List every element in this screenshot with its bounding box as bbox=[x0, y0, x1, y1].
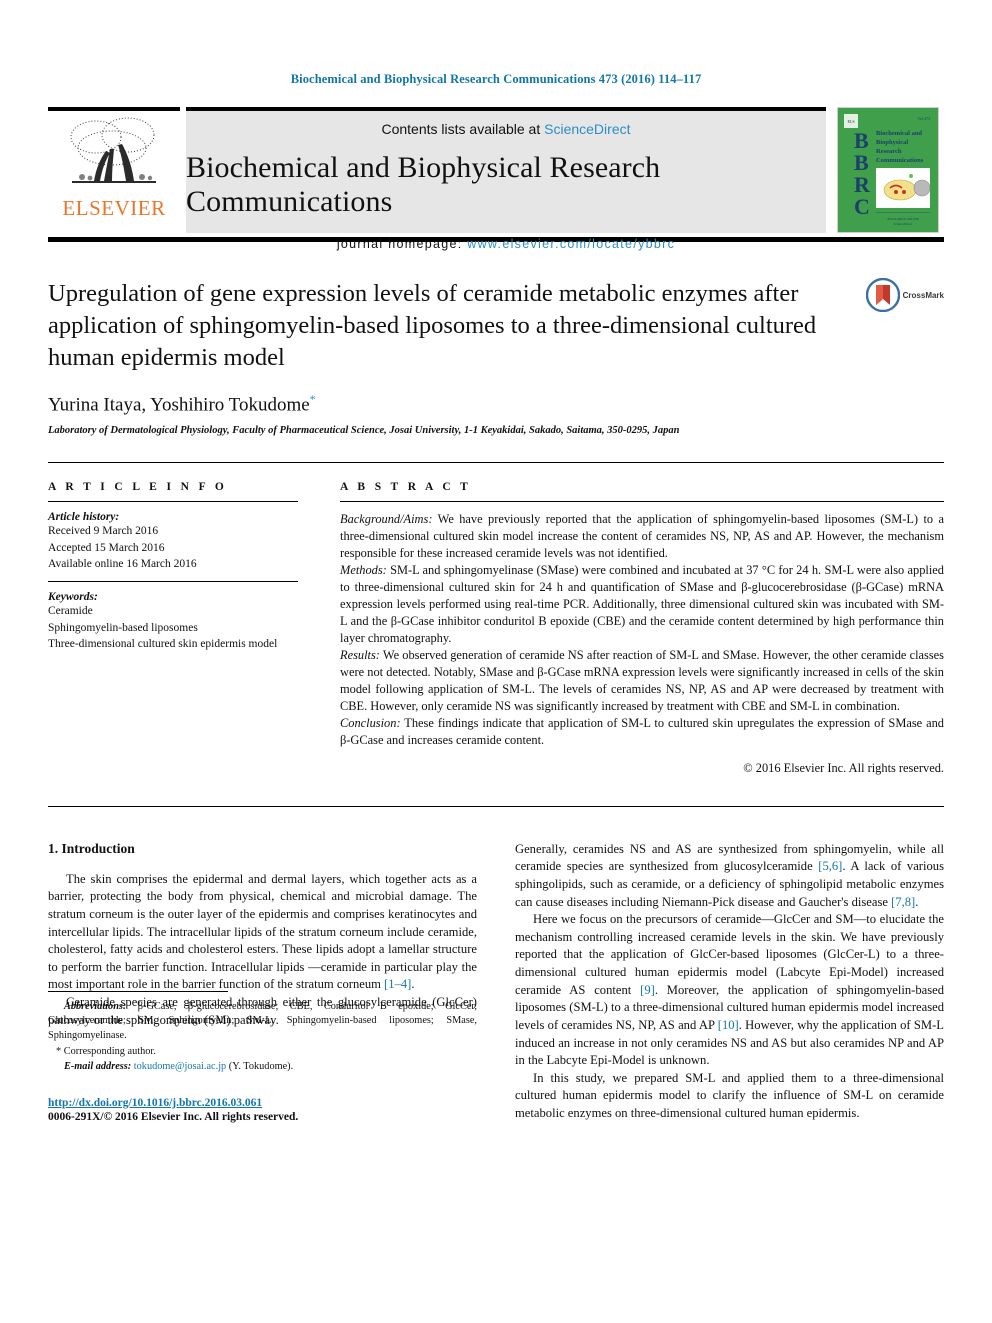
abstract-copyright: © 2016 Elsevier Inc. All rights reserved… bbox=[743, 760, 944, 775]
article-info-rule bbox=[48, 500, 298, 502]
body-paragraph: Here we focus on the precursors of ceram… bbox=[515, 911, 944, 1070]
abbreviations-footnote: Abbreviations: β-GCase, β-glucocerebrosi… bbox=[48, 1000, 477, 1044]
abstract-lead: Methods: bbox=[340, 562, 387, 577]
title-area: Upregulation of gene expression levels o… bbox=[48, 278, 944, 436]
crossmark-icon bbox=[865, 278, 900, 312]
keyword-item: Ceramide bbox=[48, 604, 93, 617]
crossmark-column: CrossMark bbox=[834, 278, 944, 436]
abstract-section: Conclusion: These findings indicate that… bbox=[340, 715, 944, 749]
abbreviations-label: Abbreviations: bbox=[64, 1000, 127, 1012]
article-page: Biochemical and Biophysical Research Com… bbox=[0, 0, 992, 1323]
abstract-section: Background/Aims: We have previously repo… bbox=[340, 511, 944, 562]
paper-title: Upregulation of gene expression levels o… bbox=[48, 280, 817, 371]
svg-text:Vol 473: Vol 473 bbox=[918, 116, 930, 121]
contents-available-line: Contents lists available at ScienceDirec… bbox=[381, 121, 630, 137]
abstract-text: We observed generation of ceramide NS af… bbox=[340, 647, 944, 713]
abstract-column: A B S T R A C T Background/Aims: We have… bbox=[332, 481, 944, 776]
journal-cover-block: ELS Vol 473 B B R C Biochemical and Biop… bbox=[832, 107, 944, 233]
article-info-heading: A R T I C L E I N F O bbox=[48, 480, 228, 493]
article-info-column: A R T I C L E I N F O Article history: R… bbox=[48, 481, 332, 776]
elsevier-logo-block: ELSEVIER bbox=[48, 107, 180, 233]
keywords-rule bbox=[48, 580, 298, 582]
abstract-rule bbox=[340, 500, 944, 502]
svg-text:AVAILABLE ONLINE: AVAILABLE ONLINE bbox=[887, 217, 919, 221]
body-columns: 1. Introduction The skin comprises the e… bbox=[48, 841, 944, 1123]
issn-copyright-line: 0006-291X/© 2016 Elsevier Inc. All right… bbox=[48, 1110, 299, 1123]
abstract-heading: A B S T R A C T bbox=[340, 480, 472, 493]
title-column: Upregulation of gene expression levels o… bbox=[48, 278, 834, 436]
svg-text:Research: Research bbox=[876, 148, 902, 155]
citation-link[interactable]: [10] bbox=[718, 1018, 739, 1032]
homepage-prefix: journal homepage: bbox=[336, 237, 468, 251]
sciencedirect-link[interactable]: ScienceDirect bbox=[544, 121, 630, 137]
author-names: Yurina Itaya, Yoshihiro Tokudome bbox=[48, 393, 310, 415]
running-head: Biochemical and Biophysical Research Com… bbox=[290, 72, 702, 86]
doi-link[interactable]: http://dx.doi.org/10.1016/j.bbrc.2016.03… bbox=[48, 1097, 477, 1109]
body-paragraph: Generally, ceramides NS and AS are synth… bbox=[515, 841, 944, 912]
elsevier-wordmark: ELSEVIER bbox=[62, 196, 166, 220]
keyword-item: Sphingomyelin-based liposomes bbox=[48, 621, 198, 634]
corresponding-author-note: * Corresponding author. bbox=[56, 1046, 156, 1058]
abstract-lead: Background/Aims: bbox=[340, 511, 433, 526]
email-label: E-mail address: bbox=[64, 1061, 132, 1073]
citation-link[interactable]: [9] bbox=[640, 983, 655, 997]
doi-block: http://dx.doi.org/10.1016/j.bbrc.2016.03… bbox=[48, 1097, 477, 1123]
journal-title: Biochemical and Biophysical Research Com… bbox=[186, 151, 661, 218]
journal-masthead: ELSEVIER Contents lists available at Sci… bbox=[48, 107, 944, 251]
crossmark-label: CrossMark bbox=[902, 290, 944, 300]
email-suffix: (Y. Tokudome). bbox=[226, 1061, 294, 1073]
body-column-right: Generally, ceramides NS and AS are synth… bbox=[515, 841, 944, 1123]
abstract-section: Methods: SM-L and sphingomyelinase (SMas… bbox=[340, 562, 944, 647]
keywords-label: Keywords: bbox=[48, 590, 98, 603]
svg-text:C: C bbox=[854, 194, 870, 219]
abstract-text: SM-L and sphingomyelinase (SMase) were c… bbox=[340, 562, 944, 645]
svg-text:Biochemical and: Biochemical and bbox=[876, 130, 922, 137]
article-history-label: Article history: bbox=[48, 510, 120, 523]
article-history-accepted: Accepted 15 March 2016 bbox=[48, 541, 165, 554]
body-paragraph: In this study, we prepared SM-L and appl… bbox=[515, 1070, 944, 1123]
body-column-left: 1. Introduction The skin comprises the e… bbox=[48, 841, 477, 1123]
paragraph-text: In this study, we prepared SM-L and appl… bbox=[515, 1070, 944, 1121]
info-top-rule bbox=[48, 461, 944, 463]
article-history-received: Received 9 March 2016 bbox=[48, 524, 159, 537]
footnote-rule bbox=[48, 990, 228, 992]
citation-link[interactable]: [5,6] bbox=[818, 859, 842, 873]
journal-cover-image: ELS Vol 473 B B R C Biochemical and Biop… bbox=[837, 107, 939, 233]
author-list: Yurina Itaya, Yoshihiro Tokudome* bbox=[48, 392, 818, 416]
keyword-item: Three-dimensional cultured skin epidermi… bbox=[48, 638, 278, 651]
journal-homepage-line: journal homepage: www.elsevier.com/locat… bbox=[337, 237, 675, 251]
article-history-online: Available online 16 March 2016 bbox=[48, 558, 197, 571]
svg-text:Biophysical: Biophysical bbox=[876, 139, 908, 146]
affiliation: Laboratory of Dermatological Physiology,… bbox=[48, 424, 680, 436]
abstract-lead: Results: bbox=[340, 647, 380, 662]
svg-text:ScienceDirect: ScienceDirect bbox=[893, 222, 912, 226]
paragraph-text: . bbox=[915, 894, 919, 909]
body-paragraph: The skin comprises the epidermal and der… bbox=[48, 871, 477, 994]
section-heading-introduction: 1. Introduction bbox=[48, 840, 135, 856]
email-link[interactable]: tokudome@josai.ac.jp bbox=[134, 1061, 226, 1072]
abstract-lead: Conclusion: bbox=[340, 715, 401, 730]
footnote-area: Abbreviations: β-GCase, β-glucocerebrosi… bbox=[48, 977, 477, 1123]
keywords-block: Keywords: Ceramide Sphingomyelin-based l… bbox=[48, 591, 298, 653]
info-abstract-area: A R T I C L E I N F O Article history: R… bbox=[48, 481, 944, 776]
abstract-text: These findings indicate that application… bbox=[340, 715, 944, 747]
contents-prefix: Contents lists available at bbox=[381, 121, 545, 137]
crossmark-badge[interactable]: CrossMark bbox=[865, 278, 944, 312]
journal-homepage-link[interactable]: www.elsevier.com/locate/ybbrc bbox=[467, 237, 675, 251]
corresponding-author-marker: * bbox=[309, 391, 316, 406]
email-note: E-mail address: tokudome@josai.ac.jp (Y.… bbox=[48, 1060, 477, 1075]
svg-text:ELS: ELS bbox=[847, 119, 854, 124]
svg-text:Communications: Communications bbox=[876, 157, 924, 164]
citation-link[interactable]: [7,8] bbox=[891, 895, 915, 909]
elsevier-tree-icon bbox=[70, 117, 156, 183]
journal-band: Contents lists available at ScienceDirec… bbox=[186, 107, 826, 251]
paragraph-text: The skin comprises the epidermal and der… bbox=[48, 871, 477, 992]
abstract-section: Results: We observed generation of ceram… bbox=[340, 647, 944, 715]
body-top-rule bbox=[48, 805, 944, 807]
